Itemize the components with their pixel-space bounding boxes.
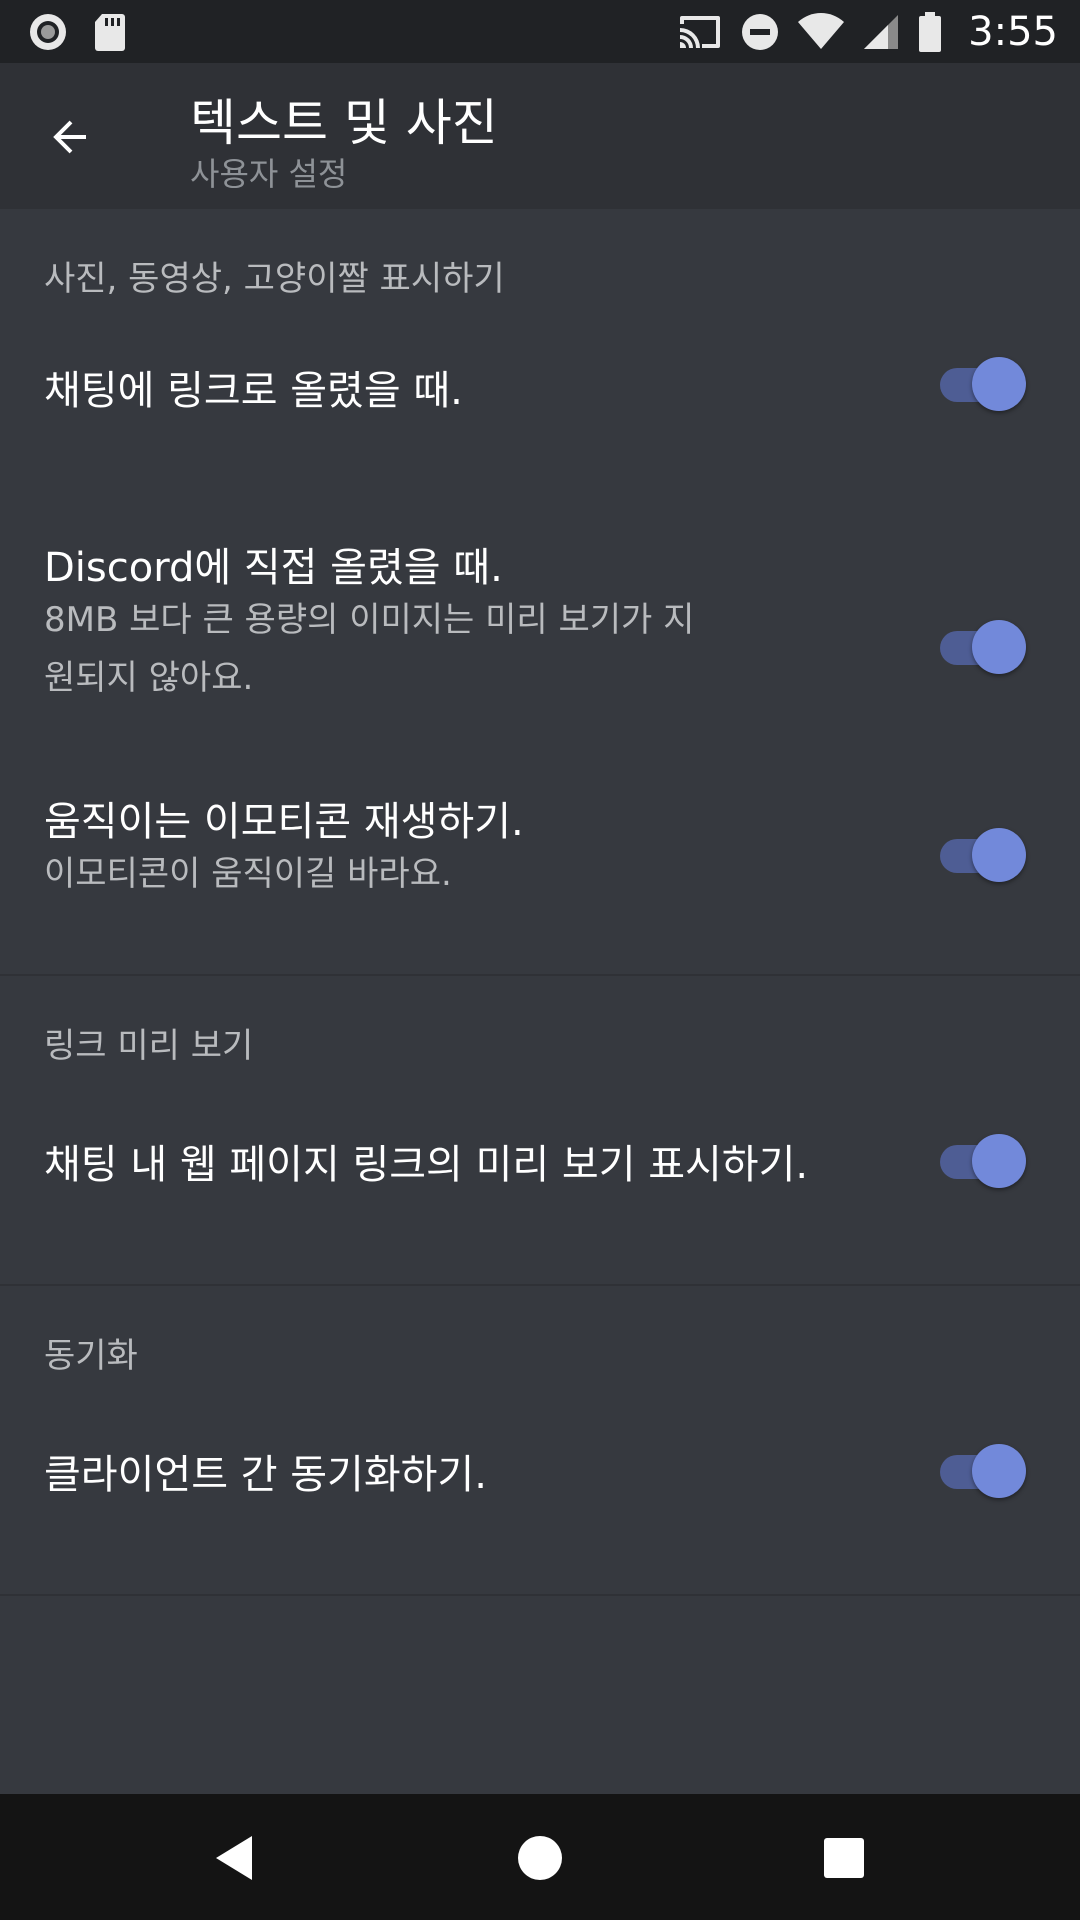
nav-back-icon[interactable] <box>208 1830 264 1886</box>
app-bar: 텍스트 및 사진 사용자 설정 <box>0 63 1080 209</box>
setting-title: 채팅에 링크로 올렸을 때. <box>44 368 463 414</box>
setting-row-link-preview[interactable]: 채팅 내 웹 페이지 링크의 미리 보기 표시하기. <box>0 1076 1080 1246</box>
record-icon <box>30 13 66 50</box>
section-header: 링크 미리 보기 <box>44 1026 254 1066</box>
back-button[interactable] <box>40 107 100 167</box>
setting-row-animated-emoji[interactable]: 움직이는 이모티콘 재생하기. 이모티콘이 움직이길 바라요. <box>0 769 1080 969</box>
toggle-switch[interactable] <box>940 1132 1026 1190</box>
status-bar: 3:55 <box>0 0 1080 63</box>
settings-list: 사진, 동영상, 고양이짤 표시하기 채팅에 링크로 올렸을 때. Discor… <box>0 209 1080 1794</box>
battery-icon <box>919 11 942 52</box>
nav-home-icon[interactable] <box>512 1830 568 1886</box>
setting-title: Discord에 직접 올렸을 때. <box>44 545 503 591</box>
toggle-switch[interactable] <box>940 618 1026 676</box>
setting-description: 8MB 보다 큰 용량의 이미지는 미리 보기가 지원되지 않아요. <box>44 600 695 698</box>
toggle-thumb <box>972 620 1026 674</box>
toggle-switch[interactable] <box>940 826 1026 884</box>
nav-recents-icon[interactable] <box>816 1830 872 1886</box>
setting-description: 이모티콘이 움직이길 바라요. <box>44 854 452 894</box>
status-time: 3:55 <box>968 8 1058 55</box>
toggle-switch[interactable] <box>940 355 1026 413</box>
toggle-thumb <box>972 828 1026 882</box>
do-not-disturb-icon <box>742 13 779 50</box>
cast-icon <box>680 15 721 48</box>
setting-title: 클라이언트 간 동기화하기. <box>44 1452 487 1498</box>
setting-row-uploads[interactable]: Discord에 직접 올렸을 때. 8MB 보다 큰 용량의 이미지는 미리 … <box>0 519 1080 759</box>
setting-row-links[interactable]: 채팅에 링크로 올렸을 때. <box>0 304 1080 464</box>
toggle-thumb <box>972 357 1026 411</box>
page-title: 텍스트 및 사진 <box>190 94 498 152</box>
section-link-preview: 링크 미리 보기 채팅 내 웹 페이지 링크의 미리 보기 표시하기. <box>0 976 1080 1286</box>
page-subtitle: 사용자 설정 <box>190 155 348 193</box>
toggle-switch[interactable] <box>940 1442 1026 1500</box>
wifi-icon <box>798 12 845 49</box>
section-media: 사진, 동영상, 고양이짤 표시하기 채팅에 링크로 올렸을 때. Discor… <box>0 209 1080 976</box>
navigation-bar <box>0 1794 1080 1920</box>
signal-icon <box>864 14 899 49</box>
toggle-thumb <box>972 1444 1026 1498</box>
section-header: 동기화 <box>44 1336 138 1376</box>
setting-title: 움직이는 이모티콘 재생하기. <box>44 799 524 845</box>
section-header: 사진, 동영상, 고양이짤 표시하기 <box>44 259 505 299</box>
toggle-thumb <box>972 1134 1026 1188</box>
sd-card-icon <box>95 13 125 51</box>
setting-row-sync[interactable]: 클라이언트 간 동기화하기. <box>0 1386 1080 1556</box>
setting-title: 채팅 내 웹 페이지 링크의 미리 보기 표시하기. <box>44 1142 809 1188</box>
arrow-back-icon <box>53 120 86 154</box>
section-sync: 동기화 클라이언트 간 동기화하기. <box>0 1286 1080 1596</box>
